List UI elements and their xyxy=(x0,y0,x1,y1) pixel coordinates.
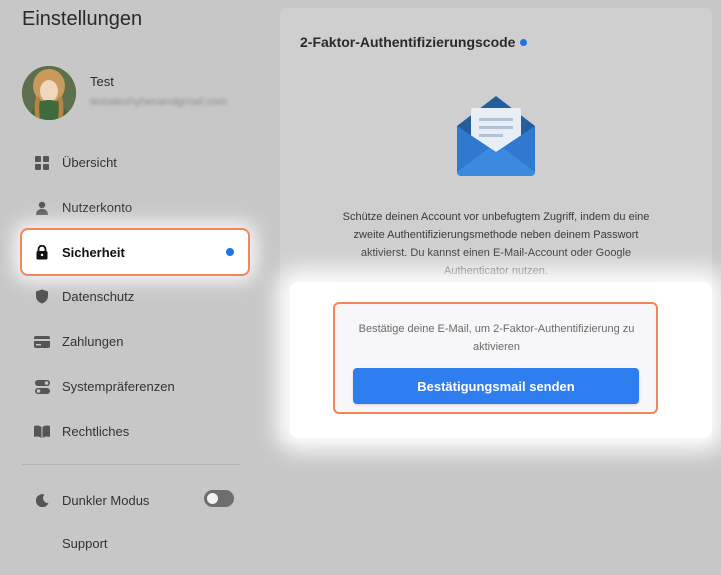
confirm-text: Bestätige deine E-Mail, um 2-Faktor-Auth… xyxy=(358,323,635,353)
confirm-email-box: Bestätige deine E-Mail, um 2-Faktor-Auth… xyxy=(333,302,658,414)
active-indicator-dot xyxy=(226,248,234,256)
sidebar-item-nutzerkonto[interactable]: Nutzerkonto xyxy=(22,185,248,230)
sidebar: Einstellungen Test testaleuhyhenandgmail… xyxy=(0,0,262,575)
grid-icon xyxy=(34,155,50,171)
sidebar-item-label: Rechtliches xyxy=(62,424,130,439)
dark-mode-row: Dunkler Modus xyxy=(22,478,248,523)
sidebar-divider xyxy=(22,464,240,465)
sidebar-item-label: Nutzerkonto xyxy=(62,200,133,215)
lock-icon xyxy=(34,244,50,260)
dark-mode-toggle[interactable] xyxy=(204,490,234,507)
card-title-text: 2-Faktor-Authentifizierungscode xyxy=(300,34,516,50)
sidebar-item-systempraeferenzen[interactable]: Systempräferenzen xyxy=(22,364,248,409)
toggles-icon xyxy=(34,379,50,395)
sidebar-nav: Übersicht Nutzerkonto Sicherheit Datensc… xyxy=(22,140,248,454)
support-link[interactable]: Support xyxy=(62,536,108,551)
sidebar-item-label: Systempräferenzen xyxy=(62,379,175,394)
profile-email: testaleuhyhenandgmail.com xyxy=(90,96,227,108)
sidebar-item-zahlungen[interactable]: Zahlungen xyxy=(22,319,248,364)
send-confirmation-button[interactable]: Bestätigungsmail senden xyxy=(353,368,639,404)
envelope-icon xyxy=(451,88,541,180)
page-title: Einstellungen xyxy=(22,8,143,30)
user-icon xyxy=(34,200,50,216)
sidebar-item-rechtliches[interactable]: Rechtliches xyxy=(22,409,248,454)
sidebar-item-label: Datenschutz xyxy=(62,289,135,304)
sidebar-item-label: Zahlungen xyxy=(62,334,124,349)
profile[interactable]: Test testaleuhyhenandgmail.com xyxy=(22,66,252,120)
profile-name: Test xyxy=(90,74,114,89)
sidebar-item-uebersicht[interactable]: Übersicht xyxy=(22,140,248,185)
credit-card-icon xyxy=(34,334,50,350)
card-title: 2-Faktor-Authentifizierungscode xyxy=(300,34,528,50)
sidebar-item-sicherheit[interactable]: Sicherheit xyxy=(22,230,248,274)
book-icon xyxy=(34,424,50,440)
title-indicator-dot xyxy=(520,38,528,46)
sidebar-item-datenschutz[interactable]: Datenschutz xyxy=(22,274,248,319)
moon-icon xyxy=(34,493,50,509)
avatar[interactable] xyxy=(22,66,76,120)
dark-mode-label: Dunkler Modus xyxy=(62,493,150,508)
description-text: Schütze deinen Account vor unbefugtem Zu… xyxy=(342,211,650,277)
sidebar-item-label: Übersicht xyxy=(62,155,117,170)
shield-icon xyxy=(34,289,50,305)
sidebar-item-label: Sicherheit xyxy=(62,244,125,260)
